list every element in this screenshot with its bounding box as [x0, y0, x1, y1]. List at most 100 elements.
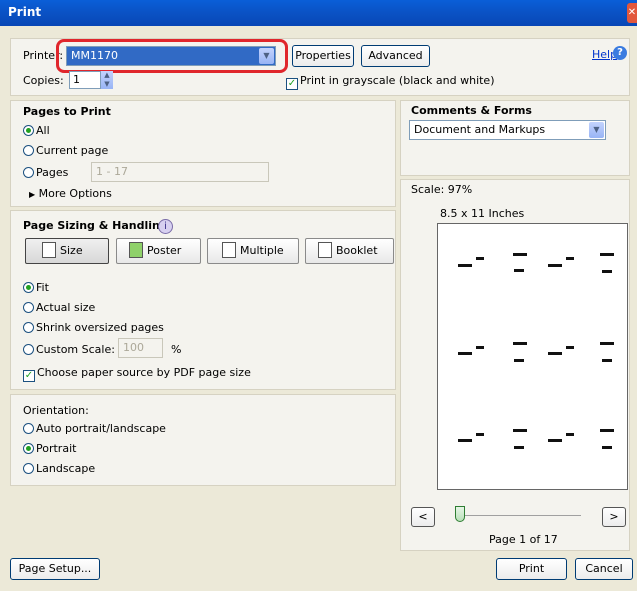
preview-text [513, 253, 527, 256]
custom-scale-label: Custom Scale: [36, 343, 115, 356]
preview-text [602, 359, 612, 362]
booklet-icon [318, 242, 332, 258]
size-label: Size [60, 244, 83, 257]
radio-fit[interactable]: Fit [23, 281, 49, 294]
preview-text [602, 446, 612, 449]
preview-text [600, 429, 614, 432]
radio-icon [23, 282, 34, 293]
page-slider-thumb[interactable] [455, 506, 465, 522]
paper-size-label: 8.5 x 11 Inches [440, 207, 525, 220]
radio-icon [23, 167, 34, 178]
preview-text [548, 352, 562, 355]
print-dialog: Print ✕ Printer: MM1170 ▼ Properties Adv… [0, 0, 637, 591]
portrait-label: Portrait [36, 442, 77, 455]
triangle-right-icon: ▶ [29, 190, 36, 199]
radio-icon [23, 125, 34, 136]
poster-button[interactable]: Poster [116, 238, 201, 264]
copies-input[interactable]: 1 [69, 71, 101, 89]
radio-shrink[interactable]: Shrink oversized pages [23, 321, 164, 334]
radio-icon [23, 443, 34, 454]
cancel-button[interactable]: Cancel [575, 558, 633, 580]
radio-icon [23, 322, 34, 333]
radio-custom-scale[interactable]: Custom Scale: [23, 343, 115, 356]
prev-page-button[interactable]: < [411, 507, 435, 527]
comments-heading: Comments & Forms [411, 104, 532, 117]
more-options-label: More Options [38, 187, 112, 200]
radio-icon [23, 344, 34, 355]
multiple-pages-icon [222, 242, 236, 258]
radio-portrait[interactable]: Portrait [23, 442, 76, 455]
booklet-button[interactable]: Booklet [305, 238, 394, 264]
info-icon[interactable]: i [158, 219, 173, 234]
properties-button[interactable]: Properties [292, 45, 354, 67]
pages-range-input[interactable]: 1 - 17 [91, 162, 269, 182]
more-options-toggle[interactable]: ▶ More Options [29, 187, 112, 200]
preview-text [513, 429, 527, 432]
preview-text [566, 346, 574, 349]
dialog-title: Print [8, 5, 42, 19]
radio-icon [23, 463, 34, 474]
radio-landscape[interactable]: Landscape [23, 462, 95, 475]
page-resize-icon [42, 242, 56, 258]
radio-icon [23, 302, 34, 313]
preview-text [513, 342, 527, 345]
radio-icon [23, 423, 34, 434]
pages-heading: Pages to Print [23, 105, 111, 118]
preview-text [600, 342, 614, 345]
comments-value: Document and Markups [414, 123, 546, 136]
preview-text [548, 439, 562, 442]
poster-icon [129, 242, 143, 258]
radio-icon [23, 145, 34, 156]
size-button[interactable]: Size [25, 238, 109, 264]
preview-text [566, 433, 574, 436]
radio-actual-size[interactable]: Actual size [23, 301, 95, 314]
multiple-button[interactable]: Multiple [207, 238, 299, 264]
print-button[interactable]: Print [496, 558, 567, 580]
copies-label: Copies: [23, 74, 64, 87]
chevron-down-icon[interactable]: ▼ [589, 122, 604, 138]
fit-label: Fit [36, 281, 49, 294]
radio-current-page[interactable]: Current page [23, 144, 108, 157]
highlight-circle [56, 39, 288, 73]
comments-select[interactable]: Document and Markups ▼ [409, 120, 606, 140]
radio-auto-orientation[interactable]: Auto portrait/landscape [23, 422, 166, 435]
advanced-button[interactable]: Advanced [361, 45, 430, 67]
auto-orientation-label: Auto portrait/landscape [36, 422, 166, 435]
preview-text [514, 446, 524, 449]
preview-text [514, 269, 524, 272]
radio-current-label: Current page [36, 144, 109, 157]
checkmark-icon: ✓ [286, 78, 298, 90]
grayscale-checkbox[interactable]: ✓ Print in grayscale (black and white) [286, 74, 495, 90]
title-bar: Print ✕ [0, 0, 637, 26]
preview-text [476, 433, 484, 436]
sizing-panel [10, 210, 396, 390]
preview-text [566, 257, 574, 260]
paper-source-checkbox[interactable]: ✓ Choose paper source by PDF page size [23, 366, 251, 382]
radio-all[interactable]: All [23, 124, 50, 137]
radio-pages-label: Pages [36, 166, 69, 179]
page-preview [437, 223, 628, 490]
preview-text [600, 253, 614, 256]
booklet-label: Booklet [336, 244, 378, 257]
orientation-heading: Orientation: [23, 404, 89, 417]
sizing-heading: Page Sizing & Handling [23, 219, 168, 232]
preview-text [458, 264, 472, 267]
poster-label: Poster [147, 244, 182, 257]
grayscale-label: Print in grayscale (black and white) [300, 74, 495, 87]
radio-all-label: All [36, 124, 50, 137]
close-icon[interactable]: ✕ [627, 3, 637, 23]
help-icon[interactable]: ? [613, 46, 627, 60]
shrink-label: Shrink oversized pages [36, 321, 164, 334]
custom-scale-input[interactable]: 100 [118, 338, 163, 358]
preview-text [476, 257, 484, 260]
checkmark-icon: ✓ [23, 370, 35, 382]
preview-text [514, 359, 524, 362]
paper-source-label: Choose paper source by PDF page size [37, 366, 251, 379]
page-setup-button[interactable]: Page Setup... [10, 558, 100, 580]
percent-label: % [171, 343, 182, 356]
multiple-label: Multiple [240, 244, 284, 257]
copies-stepper[interactable]: ▲ ▼ [101, 71, 113, 89]
next-page-button[interactable]: > [602, 507, 626, 527]
radio-pages[interactable]: Pages [23, 166, 68, 179]
preview-text [548, 264, 562, 267]
